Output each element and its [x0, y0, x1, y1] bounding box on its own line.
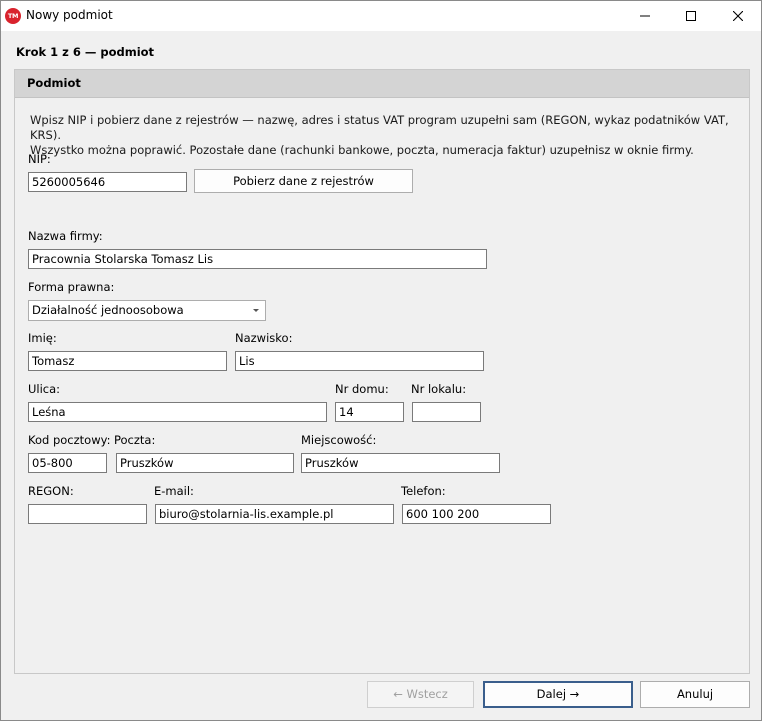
chevron-down-icon — [253, 309, 259, 312]
panel-header: Podmiot — [15, 70, 749, 98]
maximize-button[interactable] — [668, 1, 714, 31]
close-icon — [733, 11, 743, 21]
first-name-input[interactable] — [28, 351, 227, 371]
maximize-icon — [686, 11, 696, 21]
info-text: Wpisz NIP i pobierz dane z rejestrów — n… — [30, 113, 730, 158]
house-number-label: Nr domu: — [335, 382, 389, 396]
street-input[interactable] — [28, 402, 327, 422]
company-name-label: Nazwa firmy: — [28, 229, 103, 243]
phone-input[interactable] — [402, 504, 551, 524]
postal-code-label: Kod pocztowy: — [28, 433, 111, 447]
minimize-button[interactable] — [622, 1, 668, 31]
regon-label: REGON: — [28, 484, 74, 498]
postal-code-input[interactable] — [28, 453, 107, 473]
city-input[interactable] — [301, 453, 500, 473]
house-number-input[interactable] — [335, 402, 404, 422]
city-label: Miejscowość: — [301, 433, 377, 447]
post-office-input[interactable] — [116, 453, 294, 473]
info-line-1: Wpisz NIP i pobierz dane z rejestrów — n… — [30, 113, 729, 142]
street-label: Ulica: — [28, 382, 61, 396]
apartment-number-input[interactable] — [412, 402, 481, 422]
email-label: E-mail: — [154, 484, 194, 498]
company-name-input[interactable] — [28, 249, 487, 269]
nip-label: NIP: — [28, 152, 51, 166]
info-line-2: Wszystko można poprawić. Pozostałe dane … — [30, 143, 694, 157]
panel-title: Podmiot — [27, 76, 81, 90]
nip-input[interactable] — [28, 172, 187, 192]
tm-logo-icon: TM — [5, 8, 21, 24]
legal-form-select[interactable]: Działalność jednoosobowa — [28, 300, 266, 321]
email-input[interactable] — [155, 504, 394, 524]
step-title: Krok 1 z 6 — podmiot — [16, 45, 155, 59]
dialog-window: TM Nowy podmiot Krok 1 z 6 — podmiot Pod… — [0, 0, 762, 721]
next-button[interactable]: Dalej → — [483, 681, 633, 708]
regon-input[interactable] — [28, 504, 147, 524]
cancel-button[interactable]: Anuluj — [640, 681, 750, 708]
last-name-input[interactable] — [235, 351, 484, 371]
back-button[interactable]: ← Wstecz — [367, 681, 474, 708]
close-button[interactable] — [715, 1, 761, 31]
post-office-label: Poczta: — [114, 433, 156, 447]
first-name-label: Imię: — [28, 331, 57, 345]
apartment-number-label: Nr lokalu: — [411, 382, 467, 396]
subject-panel: Podmiot Wpisz NIP i pobierz dane z rejes… — [14, 69, 750, 674]
fetch-registry-button[interactable]: Pobierz dane z rejestrów — [194, 169, 413, 193]
last-name-label: Nazwisko: — [235, 331, 293, 345]
minimize-icon — [640, 15, 650, 17]
window-title: Nowy podmiot — [26, 8, 113, 22]
legal-form-value: Działalność jednoosobowa — [32, 303, 184, 317]
phone-label: Telefon: — [401, 484, 446, 498]
legal-form-label: Forma prawna: — [28, 280, 115, 294]
title-bar[interactable]: TM Nowy podmiot — [1, 1, 761, 31]
